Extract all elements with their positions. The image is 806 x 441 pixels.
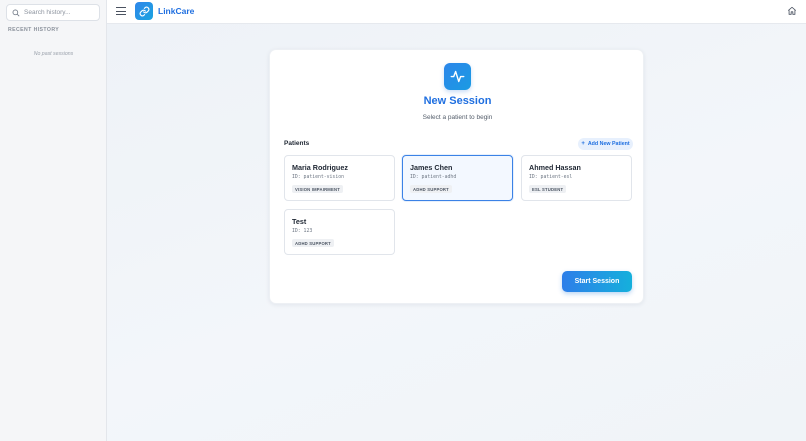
search-icon: [12, 9, 20, 16]
patient-id: ID: patient-vision: [292, 175, 344, 180]
app-title: LinkCare: [158, 6, 195, 16]
patient-name: Maria Rodriguez: [292, 163, 348, 172]
patient-id: ID: patient-esl: [529, 175, 573, 180]
home-icon[interactable]: [787, 6, 797, 16]
new-session-card: New Session Select a patient to begin Pa…: [269, 49, 644, 304]
link-icon: [135, 2, 153, 20]
add-patient-button[interactable]: + Add New Patient: [578, 138, 633, 150]
top-bar: LinkCare: [107, 0, 806, 24]
patient-card[interactable]: Ahmed Hassan ID: patient-esl ESL STUDENT: [521, 155, 632, 201]
patient-name: Test: [292, 217, 307, 226]
patient-tag: VISION IMPAIRMENT: [292, 185, 343, 193]
patient-name: Ahmed Hassan: [529, 163, 581, 172]
activity-icon: [444, 63, 471, 90]
page-title: New Session: [423, 95, 492, 107]
plus-icon: +: [581, 141, 585, 147]
patient-card-selected[interactable]: James Chen ID: patient-adhd ADHD SUPPORT: [402, 155, 513, 201]
recent-history-heading: RECENT HISTORY: [8, 27, 60, 33]
start-session-button[interactable]: Start Session: [562, 271, 632, 292]
patient-id: ID: patient-adhd: [410, 175, 457, 180]
search-input[interactable]: [24, 9, 100, 16]
add-patient-label: Add New Patient: [587, 141, 630, 147]
patient-name: James Chen: [410, 163, 453, 172]
patients-heading: Patients: [284, 140, 310, 147]
patient-card[interactable]: Test ID: 123 ADHD SUPPORT: [284, 209, 395, 255]
patient-tag: ADHD SUPPORT: [292, 239, 334, 247]
page-subtitle: Select a patient to begin: [422, 114, 493, 121]
patient-card[interactable]: Maria Rodriguez ID: patient-vision VISIO…: [284, 155, 395, 201]
search-box[interactable]: [6, 4, 100, 21]
main-area: New Session Select a patient to begin Pa…: [107, 24, 806, 441]
menu-icon[interactable]: [116, 6, 126, 16]
patient-tag: ADHD SUPPORT: [410, 185, 452, 193]
patient-tag: ESL STUDENT: [529, 185, 567, 193]
sidebar: RECENT HISTORY No past sessions: [0, 0, 107, 441]
patient-id: ID: 123: [292, 229, 313, 234]
empty-history-text: No past sessions: [33, 51, 74, 57]
